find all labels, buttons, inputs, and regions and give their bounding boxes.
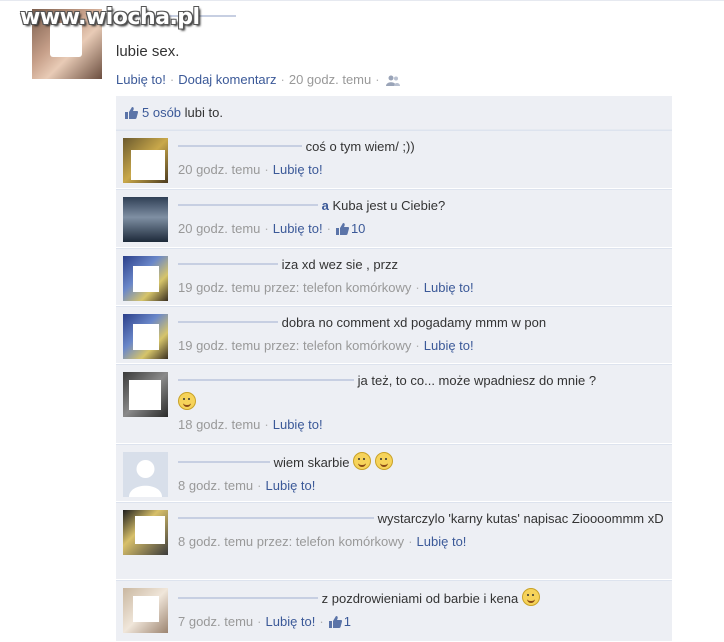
commenter-avatar[interactable] [123, 372, 168, 417]
comment-text: wystarczylo 'karny kutas' napisac Zioooo… [377, 511, 664, 526]
top-divider [0, 0, 724, 1]
like-link[interactable]: Lubię to! [116, 72, 166, 87]
comment-text: ja też, to co... może wpadniesz do mnie … [357, 373, 597, 388]
comment-time[interactable]: 20 godz. temu [178, 221, 260, 236]
likes-summary: 5 osób lubi to. [116, 96, 672, 130]
comment-item: a Kuba jest u Ciebie? 20 godz. temu · Lubi… [116, 189, 672, 248]
comment-text: z pozdrowieniami od barbie i kena [321, 591, 519, 606]
commenter-name-redacted[interactable] [178, 198, 318, 212]
comment-text: Kuba jest u Ciebie? [332, 198, 446, 213]
comment-text: wiem skarbie [273, 455, 350, 470]
comment-time[interactable]: 20 godz. temu [178, 162, 260, 177]
thumbs-up-icon[interactable] [328, 615, 342, 628]
comment-like-link[interactable]: Lubię to! [273, 162, 323, 177]
status-actions: Lubię to! · Dodaj komentarz · 20 godz. temu · [116, 72, 400, 87]
comment-like-count[interactable]: 10 [351, 221, 365, 236]
tongue-emoji-icon [353, 452, 372, 470]
commenter-avatar[interactable] [123, 588, 168, 633]
comment-time[interactable]: 8 godz. temu [178, 534, 253, 549]
comment-time[interactable]: 18 godz. temu [178, 417, 260, 432]
comment-via: przez: telefon komórkowy [264, 280, 412, 295]
thumbs-up-icon [125, 107, 138, 119]
commenter-name-redacted[interactable] [178, 511, 374, 525]
watermark: www.wiocha.pl [20, 5, 200, 30]
comment-text: iza xd wez sie , przz [281, 257, 398, 272]
comment-time[interactable]: 8 godz. temu [178, 478, 253, 493]
audience-icon[interactable] [385, 75, 400, 87]
comment-text: coś o tym wiem/ ;)) [305, 139, 415, 154]
comment-like-link[interactable]: Lubię to! [273, 221, 323, 236]
wink-emoji-icon [374, 452, 393, 470]
commenter-name-redacted[interactable] [178, 591, 318, 605]
likes-count-link[interactable]: 5 osób [142, 105, 181, 120]
smiley-emoji-icon [178, 392, 196, 410]
default-avatar-icon [129, 460, 162, 497]
commenter-avatar[interactable] [123, 510, 168, 555]
comment-time[interactable]: 19 godz. temu [178, 280, 260, 295]
comment-like-link[interactable]: Lubię to! [417, 534, 467, 549]
comment-like-count[interactable]: 1 [344, 614, 351, 629]
commenter-avatar[interactable] [123, 256, 168, 301]
comment-item: iza xd wez sie , przz 19 godz. temu prze… [116, 248, 672, 306]
status-text: lubie sex. [116, 43, 180, 60]
thumbs-up-icon[interactable] [335, 222, 349, 235]
commenter-name-redacted[interactable] [178, 455, 270, 469]
comment-like-link[interactable]: Lubię to! [266, 478, 316, 493]
commenter-avatar[interactable] [123, 452, 168, 497]
comment-like-link[interactable]: Lubię to! [266, 614, 316, 629]
comment-time[interactable]: 19 godz. temu [178, 338, 260, 353]
comment-item: wystarczylo 'karny kutas' napisac Zioooo… [116, 502, 672, 580]
commenter-avatar[interactable] [123, 138, 168, 183]
comment-item: ja też, to co... może wpadniesz do mnie … [116, 364, 672, 444]
commenter-avatar[interactable] [123, 314, 168, 359]
comment-item: z pozdrowieniami od barbie i kena 7 godz… [116, 580, 672, 642]
commenter-avatar[interactable] [123, 197, 168, 242]
comment-text: dobra no comment xd pogadamy mmm w pon [281, 315, 547, 330]
comments-panel: 5 osób lubi to. coś o tym wiem/ ;)) 20 g… [116, 96, 672, 642]
commenter-name-redacted[interactable] [178, 373, 354, 387]
comment-via: przez: telefon komórkowy [264, 338, 412, 353]
commenter-name-tail[interactable]: a [322, 198, 329, 213]
add-comment-link[interactable]: Dodaj komentarz [178, 72, 276, 87]
comment-item: coś o tym wiem/ ;)) 20 godz. temu · Lubię … [116, 130, 672, 189]
comment-like-link[interactable]: Lubię to! [424, 280, 474, 295]
commenter-name-redacted[interactable] [178, 315, 278, 329]
comment-item: dobra no comment xd pogadamy mmm w pon 1… [116, 306, 672, 364]
commenter-name-redacted[interactable] [178, 139, 302, 153]
commenter-name-redacted[interactable] [178, 257, 278, 271]
comment-like-link[interactable]: Lubię to! [273, 417, 323, 432]
tongue-emoji-icon [521, 588, 540, 606]
post-timestamp[interactable]: 20 godz. temu [289, 72, 371, 87]
comment-time[interactable]: 7 godz. temu [178, 614, 253, 629]
comment-like-link[interactable]: Lubię to! [424, 338, 474, 353]
comment-item: wiem skarbie 8 godz. temu · Lubię to! [116, 444, 672, 502]
comment-via: przez: telefon komórkowy [256, 534, 405, 549]
likes-suffix: lubi to. [184, 105, 223, 120]
